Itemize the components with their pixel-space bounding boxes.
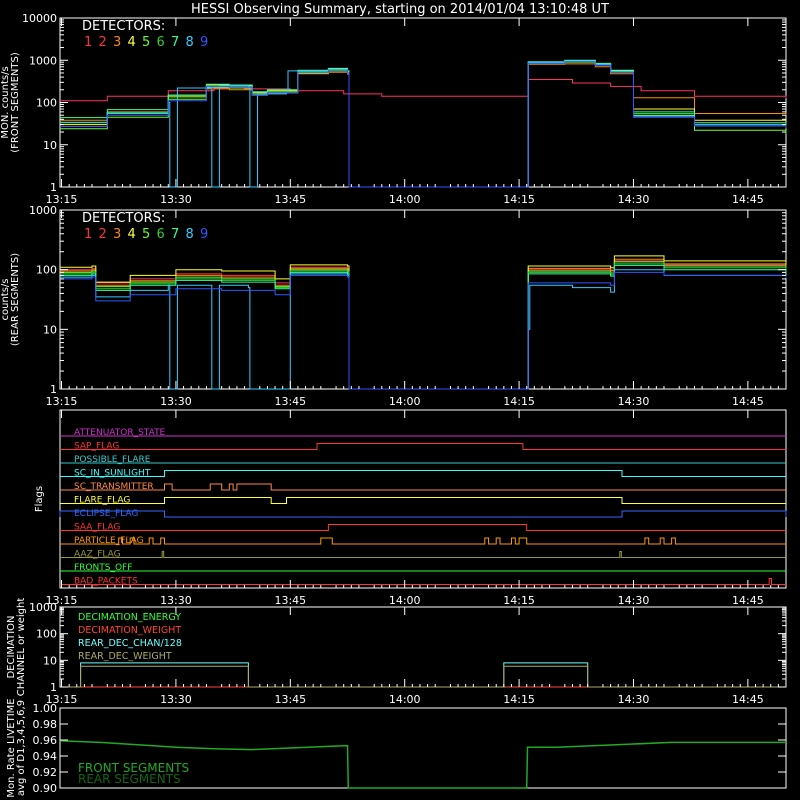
flag-label: ECLIPSE_FLAG	[74, 509, 138, 519]
y-tick-label: 10	[43, 323, 57, 336]
x-tick-label: 13:45	[274, 693, 306, 706]
front-legend-title: DETECTORS:	[82, 19, 165, 34]
flag-label: BAD_PACKETS	[74, 577, 138, 587]
flag-label: FRONTS_OFF	[74, 563, 132, 573]
flag-label: FLARE_FLAG	[74, 496, 130, 506]
flag-label: PARTICLE_FLAG	[74, 536, 144, 546]
flag-label: POSSIBLE_FLARE	[74, 455, 151, 465]
observing-summary-figure: HESSI Observing Summary, starting on 201…	[0, 0, 800, 800]
decimation-legend-label: REAR_DEC_WEIGHT	[78, 651, 172, 662]
flag-label: SC_IN_SUNLIGHT	[74, 469, 151, 479]
x-tick-label: 14:30	[618, 693, 650, 706]
y-tick-label: 1000	[29, 54, 57, 67]
detector-legend-digit: 7	[171, 35, 179, 50]
x-tick-label: 14:30	[618, 193, 650, 206]
detector-legend-digit: 5	[142, 35, 150, 50]
y-tick-label: 0.98	[33, 718, 58, 731]
flag-label: ATTENUATOR_STATE	[74, 428, 166, 438]
y-axis-label: (REAR SEGMENTS)	[10, 253, 21, 346]
x-tick-label: 14:45	[732, 395, 764, 408]
x-tick-label: 13:45	[274, 193, 306, 206]
y-tick-label: 10	[43, 654, 57, 667]
flag-label: SAA_FLAG	[74, 523, 120, 533]
y-tick-label: 1000	[29, 601, 57, 614]
detector-legend-digit: 1	[84, 227, 92, 242]
livetime-legend-label: REAR SEGMENTS	[78, 772, 181, 786]
decimation-legend-label: REAR_DEC_CHAN/128	[78, 638, 182, 649]
y-axis-label: avg of D1,3,4,5,6,9	[16, 700, 27, 796]
x-tick-label: 14:45	[732, 193, 764, 206]
detector-legend-digit: 6	[157, 35, 165, 50]
detector-legend-digit: 8	[186, 35, 194, 50]
x-tick-label: 14:30	[618, 395, 650, 408]
decimation-legend-label: DECIMATION_WEIGHT	[78, 625, 181, 636]
y-tick-label: 0.90	[33, 782, 58, 795]
rear-legend-digits: 123456789	[84, 227, 208, 242]
detector-legend-digit: 8	[186, 227, 194, 242]
detector-legend-digit: 3	[113, 227, 121, 242]
x-tick-label: 14:00	[389, 693, 421, 706]
x-tick-label: 14:00	[389, 395, 421, 408]
detector-legend-digit: 2	[99, 35, 107, 50]
x-tick-label: 14:15	[503, 594, 535, 607]
detector-legend-digit: 1	[84, 35, 92, 50]
y-tick-label: 1	[50, 181, 57, 194]
decimation-legend-label: DECIMATION_ENERGY	[78, 612, 181, 623]
detector-legend-digit: 4	[128, 227, 136, 242]
livetime-legend: FRONT SEGMENTSREAR SEGMENTS	[78, 761, 189, 786]
x-tick-label: 14:00	[389, 193, 421, 206]
y-tick-label: 0.96	[33, 734, 58, 747]
y-tick-label: 1	[50, 383, 57, 396]
x-tick-label: 13:15	[46, 395, 78, 408]
front-legend-digits: 123456789	[84, 35, 208, 50]
detector-legend-digit: 7	[171, 227, 179, 242]
rear-legend-title: DETECTORS:	[82, 211, 165, 226]
detector-legend-digit: 3	[113, 35, 121, 50]
y-axis-label: (FRONT SEGMENTS)	[10, 52, 21, 153]
detector-legend-digit: 6	[157, 227, 165, 242]
x-tick-label: 14:30	[618, 594, 650, 607]
x-tick-label: 14:00	[389, 594, 421, 607]
flag-label: SAP_FLAG	[74, 442, 119, 452]
detector-legend-digit: 9	[200, 227, 208, 242]
y-tick-label: 10000	[22, 12, 57, 25]
y-axis-label: Flags	[34, 486, 45, 512]
x-tick-label: 13:30	[160, 693, 192, 706]
y-tick-label: 100	[36, 97, 57, 110]
x-tick-label: 14:15	[503, 395, 535, 408]
y-tick-label: 100	[36, 628, 57, 641]
y-tick-label: 0.92	[33, 766, 58, 779]
flag-label: AAZ_FLAG	[74, 550, 121, 560]
x-tick-label: 14:15	[503, 193, 535, 206]
x-tick-label: 13:30	[160, 594, 192, 607]
y-tick-label: 0.94	[33, 750, 58, 763]
y-tick-label: 100	[36, 264, 57, 277]
detector-legend-digit: 4	[128, 35, 136, 50]
y-tick-label: 1000	[29, 204, 57, 217]
detector-legend-digit: 9	[200, 35, 208, 50]
figure-title: HESSI Observing Summary, starting on 201…	[191, 2, 609, 17]
x-tick-label: 14:45	[732, 594, 764, 607]
x-tick-label: 13:30	[160, 395, 192, 408]
y-tick-label: 1	[50, 681, 57, 694]
x-tick-label: 13:45	[274, 395, 306, 408]
x-tick-label: 13:30	[160, 193, 192, 206]
detector-legend-digit: 2	[99, 227, 107, 242]
y-axis-label: CHANNEL or weight	[16, 598, 27, 697]
x-tick-label: 14:45	[732, 693, 764, 706]
y-tick-label: 10	[43, 139, 57, 152]
detector-legend-digit: 5	[142, 227, 150, 242]
flag-label: SC_TRANSMITTER	[74, 482, 154, 492]
x-tick-label: 13:45	[274, 594, 306, 607]
y-tick-label: 1.00	[33, 702, 58, 715]
x-tick-label: 14:15	[503, 693, 535, 706]
